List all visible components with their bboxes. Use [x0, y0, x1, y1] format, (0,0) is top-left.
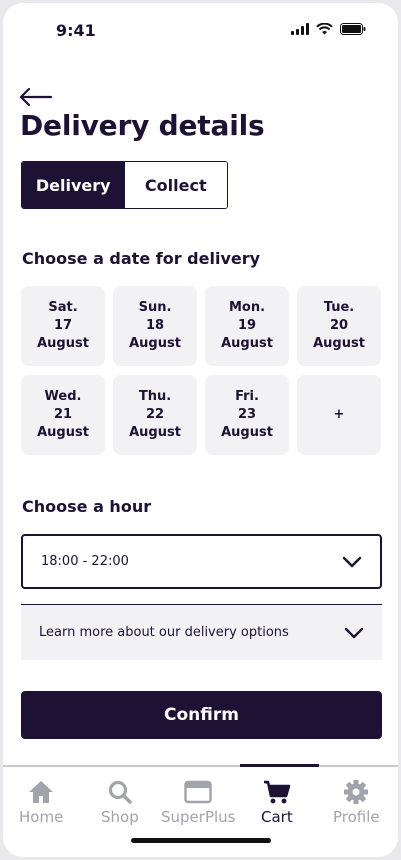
status-icons	[291, 23, 366, 35]
date-section-label: Choose a date for delivery	[22, 249, 261, 268]
more-dates-button[interactable]: +	[297, 375, 381, 455]
date-card[interactable]: Sat. 17 August	[21, 286, 105, 366]
search-icon	[108, 780, 132, 804]
back-arrow-icon[interactable]	[19, 86, 53, 108]
date-grid: Sat. 17 August Sun. 18 August Mon. 19 Au…	[21, 286, 381, 455]
date-card[interactable]: Mon. 19 August	[205, 286, 289, 366]
date-card[interactable]: Thu. 22 August	[113, 375, 197, 455]
gear-icon	[344, 780, 369, 804]
tab-shop[interactable]: Shop	[101, 779, 139, 826]
hour-section-label: Choose a hour	[22, 497, 152, 516]
status-time: 9:41	[56, 21, 96, 40]
tab-profile[interactable]: Profile	[333, 779, 380, 826]
signal-icon	[291, 23, 309, 35]
date-card[interactable]: Wed. 21 August	[21, 375, 105, 455]
collect-option[interactable]: Collect	[124, 162, 227, 208]
card-icon	[184, 780, 212, 804]
active-tab-indicator	[240, 764, 319, 767]
date-card[interactable]: Sun. 18 August	[113, 286, 197, 366]
tab-superplus[interactable]: SuperPlus	[161, 779, 235, 826]
bottom-tab-bar: Home Shop SuperPlus Cart Profile	[3, 764, 398, 857]
cart-icon	[263, 780, 291, 804]
hour-select[interactable]: 18:00 - 22:00	[21, 534, 382, 589]
delivery-options-accordion[interactable]: Learn more about our delivery options	[21, 604, 382, 660]
tab-cart[interactable]: Cart	[261, 779, 293, 826]
hour-select-value: 18:00 - 22:00	[41, 554, 129, 569]
page-title: Delivery details	[20, 109, 265, 142]
chevron-down-icon	[342, 556, 362, 567]
date-card[interactable]: Tue. 20 August	[297, 286, 381, 366]
delivery-mode-toggle: Delivery Collect	[21, 161, 228, 209]
home-indicator	[131, 838, 271, 843]
tab-home[interactable]: Home	[19, 779, 63, 826]
delivery-options-text: Learn more about our delivery options	[39, 625, 289, 640]
plus-label: +	[333, 407, 345, 422]
battery-icon	[340, 23, 366, 35]
home-icon	[29, 781, 54, 803]
confirm-button[interactable]: Confirm	[21, 691, 382, 739]
status-bar: 9:41	[3, 3, 398, 59]
chevron-down-icon	[344, 627, 364, 638]
phone-screen: 9:41 Delivery details Delivery Collect C…	[3, 3, 398, 857]
date-card[interactable]: Fri. 23 August	[205, 375, 289, 455]
delivery-option[interactable]: Delivery	[22, 162, 125, 208]
wifi-icon	[316, 23, 333, 35]
